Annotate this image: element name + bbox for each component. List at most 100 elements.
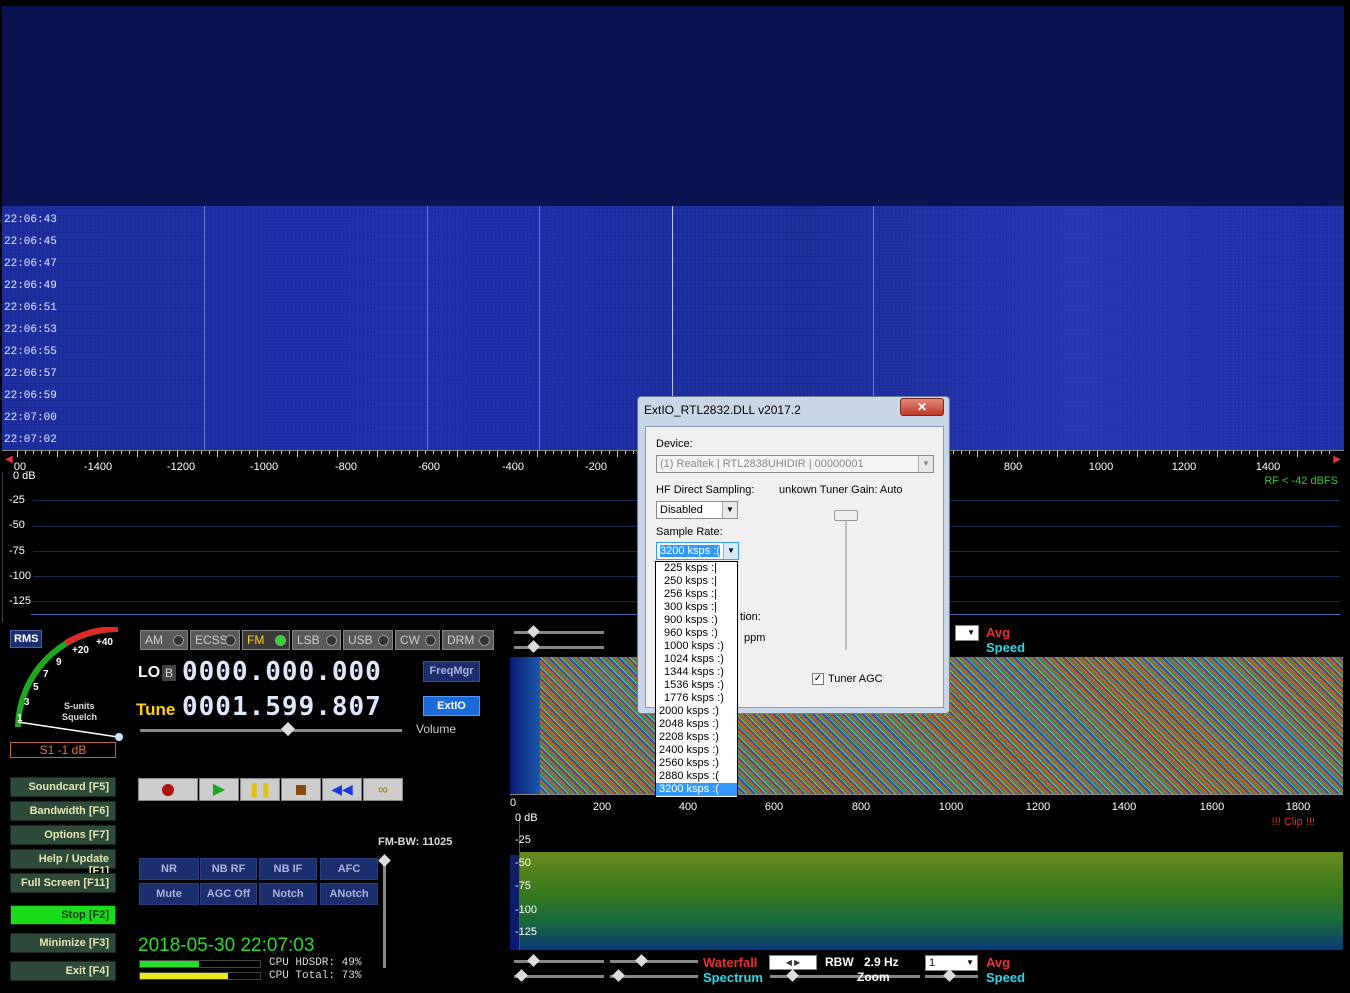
sample-rate-option[interactable]: 300 ksps :| [656,601,737,614]
avg-dropdown[interactable]: ▼ [955,625,979,641]
anotch-button[interactable]: ANotch [320,883,378,905]
sample-rate-option[interactable]: 3200 ksps :( [656,783,737,796]
timestamp-label: 22:06:59 [4,390,57,402]
axis-tick [281,451,282,454]
sample-rate-option[interactable]: 960 ksps :) [656,627,737,640]
sample-rate-option[interactable]: 225 ksps :| [656,562,737,575]
sample-rate-option[interactable]: 1536 ksps :) [656,679,737,692]
scale-label: 3 [24,697,30,708]
help-update-button[interactable]: Help / Update [F1] [10,849,116,877]
fm-bandwidth-slider[interactable] [383,858,386,968]
mode-drm-button[interactable]: DRM [442,630,494,650]
hf-sampling-dropdown[interactable]: Disabled ▼ [656,501,738,519]
sample-rate-option[interactable]: 2560 ksps :) [656,757,737,770]
axis-tick [1065,451,1066,454]
mode-label: ECSS [195,633,228,647]
sample-rate-option[interactable]: 250 ksps :| [656,575,737,588]
full-screen-button[interactable]: Full Screen [F11] [10,873,116,893]
sample-rate-list[interactable]: 225 ksps :| 250 ksps :| 256 ksps :| 300 ksp… [655,561,738,798]
notch-button[interactable]: Notch [259,883,317,905]
stop-playback-button[interactable] [281,778,321,801]
sample-rate-option[interactable]: 1024 ksps :) [656,653,737,666]
axis-tick [1073,451,1074,454]
axis-tick [81,451,82,454]
mode-cw-button[interactable]: CW [395,630,440,650]
options-button[interactable]: Options [F7] [10,825,116,845]
axis-tick [305,451,306,454]
sample-rate-option[interactable]: 256 ksps :| [656,588,737,601]
nr-button[interactable]: NR [139,858,199,880]
axis-tick [1185,451,1186,454]
agc-off-button[interactable]: AGC Off [200,883,257,905]
axis-tick [241,451,242,454]
axis-tick [593,451,594,454]
sample-rate-option[interactable]: 2880 ksps :( [656,770,737,783]
mode-fm-button[interactable]: FM [242,630,290,650]
sample-rate-option[interactable]: 2400 ksps :) [656,744,737,757]
axis-tick [617,451,618,457]
lo-frequency[interactable]: 0000.000.000 [182,657,382,687]
soundcard-button[interactable]: Soundcard [F5] [10,777,116,797]
axis-tick [1009,451,1010,454]
axis-tick [1121,451,1122,454]
tuner-agc-checkbox[interactable]: ✓ [812,673,824,685]
axis-tick [385,451,386,454]
sample-rate-dropdown[interactable]: 3200 ksps :(▼ [656,542,739,560]
stop-button[interactable]: Stop [F2] [10,905,116,925]
axis-tick [977,451,978,457]
mode-ecss-button[interactable]: ECSS [190,630,240,650]
scroll-right-icon[interactable]: ▶ [1333,454,1341,465]
avg-select[interactable]: 1 ▼ [925,955,978,971]
rbw-stepper[interactable]: ◀ ▶ [769,955,817,970]
minimize-button[interactable]: Minimize [F3] [10,933,116,953]
sample-rate-option[interactable]: 2000 ksps :) [656,705,737,718]
timestamp-label: 22:06:47 [4,258,57,270]
tuner-gain-slider-thumb[interactable] [834,510,858,521]
stop-icon [296,785,306,795]
mode-lsb-button[interactable]: LSB [292,630,341,650]
rewind-button[interactable]: ◀◀ [322,778,362,801]
freqmgr-button[interactable]: FreqMgr [423,661,480,682]
afc-button[interactable]: AFC [320,858,378,880]
record-button[interactable] [138,778,198,801]
axis-tick [249,451,250,454]
device-dropdown[interactable]: (1) Realtek | RTL2838UHIDIR | 00000001 ▼ [656,455,934,473]
tune-frequency[interactable]: 0001.599.807 [182,692,382,722]
nb-if-button[interactable]: NB IF [259,858,317,880]
scroll-left-icon[interactable]: ◀ [5,454,13,465]
mode-am-button[interactable]: AM [140,630,188,650]
sample-rate-option[interactable]: 2208 ksps :) [656,731,737,744]
axis-tick [273,451,274,454]
play-button[interactable]: ▶ [199,778,239,801]
pause-button[interactable]: ❚❚ [240,778,280,801]
sample-rate-option[interactable]: 1344 ksps :) [656,666,737,679]
mute-button[interactable]: Mute [139,883,199,905]
mode-usb-button[interactable]: USB [343,630,393,650]
tuner-agc-label: Tuner AGC [828,673,883,685]
af-spectrum[interactable]: 0 dB -25 -50 -75 -100 -125 !!! Clip !!! [510,812,1343,950]
axis-tick [297,451,298,457]
axis-tick [25,451,26,454]
sample-rate-option[interactable]: 2048 ksps :) [656,718,737,731]
exit-button[interactable]: Exit [F4] [10,961,116,981]
lo-label: LO [138,664,161,681]
axis-tick [985,451,986,454]
sample-rate-option[interactable]: 900 ksps :) [656,614,737,627]
axis-tick [1137,451,1138,457]
sample-rate-option[interactable]: 1000 ksps :) [656,640,737,653]
db-label: -75 [9,545,25,557]
close-button[interactable]: ✕ [900,398,944,416]
volume-slider[interactable] [140,729,402,732]
lo-b-button[interactable]: B [162,665,176,681]
db-label: -50 [9,519,25,531]
sample-rate-option[interactable]: 1776 ksps :) [656,692,737,705]
slider[interactable] [610,960,698,963]
axis-tick [473,451,474,454]
axis-tick [961,451,962,454]
extio-button[interactable]: ExtIO [423,696,480,716]
nb-rf-button[interactable]: NB RF [200,858,257,880]
loop-button[interactable]: ∞ [363,778,403,801]
tuner-gain-slider-track[interactable] [845,510,847,650]
bandwidth-button[interactable]: Bandwidth [F6] [10,801,116,821]
cpu-hdsdr-bar [139,960,261,968]
